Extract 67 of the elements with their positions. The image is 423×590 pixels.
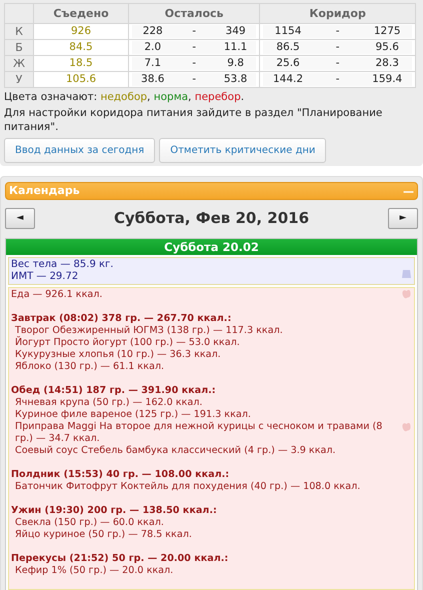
action-button[interactable]: Отметить критические дни <box>159 138 326 163</box>
meal-item: Ячневая крупа (50 гр.) — 162.0 ккал. <box>14 396 204 408</box>
table-cell-text: 9.8 <box>226 57 245 70</box>
legend-text: Цвета означают: недобор, норма, перебор. <box>4 90 246 104</box>
table-cell-text: 25.6 <box>275 57 301 70</box>
range-separator: - <box>334 73 341 86</box>
table-cell-text: 7.1 <box>143 57 162 70</box>
eaten-value: 18.5 <box>69 57 93 69</box>
meal-item: Кефир 1% (50 гр.) — 20.0 ккал. <box>14 564 174 576</box>
meal-title: Обед (14:51) 187 гр. — 391.90 ккал.: <box>11 384 217 396</box>
table-cell-text: 349 <box>224 25 247 38</box>
table-cell-text: 1154 <box>274 25 302 38</box>
table-cell-text: 95.6 <box>374 41 400 54</box>
meal-item: Соевый соус Стебель бамбука классический (4 гр.) — 3.9 ккал. <box>14 444 337 456</box>
panel-title: Календарь <box>9 182 80 199</box>
range-separator: - <box>191 57 198 70</box>
table-cell-text: 11.1 <box>222 41 248 54</box>
table-cell-text: 159.4 <box>371 73 404 86</box>
range-separator: - <box>191 25 198 38</box>
range-separator: - <box>191 41 198 54</box>
food-total: Еда — 926.1 ккал. <box>11 288 104 300</box>
range-separator: - <box>334 25 341 38</box>
meal-item: Приправа Maggi На второе для нежной курицы с чесноком и травами (8 гр.) — 34.7 ккал. <box>14 420 384 444</box>
apple-icon <box>402 422 411 432</box>
meal-item: Куриное филе вареное (125 гр.) — 191.3 ккал. <box>14 408 252 420</box>
meal-item: Батончик Фитофрут Коктейль для похудения (40 гр.) — 108.0 ккал. <box>14 480 362 492</box>
day-header: Суббота 20.02 <box>6 238 417 254</box>
prev-button[interactable]: ◄ <box>5 208 35 229</box>
table-cell-text: 38.6 <box>140 73 166 86</box>
range-separator: - <box>334 41 341 54</box>
table-cell-text: 228 <box>142 25 164 38</box>
action-button[interactable]: Ввод данных за сегодня <box>4 138 156 163</box>
meal-title: Полдник (15:53) 40 гр. — 108.00 ккал.: <box>11 468 230 480</box>
table-cell-text: 28.3 <box>374 57 400 70</box>
weight-text: ИМТ — 29.72 <box>11 270 80 282</box>
row-label: Ж <box>4 56 34 72</box>
eaten-value: 84.5 <box>69 41 93 53</box>
eaten-value: 926 <box>70 25 92 37</box>
weight-text: Вес тела — 85.9 кг. <box>11 258 114 270</box>
apple-icon <box>402 288 411 298</box>
eaten-value: 105.6 <box>66 73 96 85</box>
meal-item: Яйцо куриное (50 гр.) — 78.5 ккал. <box>14 528 193 540</box>
column-header: Коридор <box>260 4 416 24</box>
scale-icon <box>402 268 411 278</box>
table-cell-text: 53.8 <box>222 73 248 86</box>
meal-item: Яблоко (130 гр.) — 61.1 ккал. <box>14 360 166 372</box>
date-title: Суббота, Фев 20, 2016 <box>114 208 310 229</box>
column-header: Осталось <box>128 4 260 24</box>
table-cell-text: 2.0 <box>143 41 162 54</box>
meal-title: Завтрак (08:02) 378 гр. — 267.70 ккал.: <box>11 312 232 324</box>
meal-item: Творог Обезжиренный ЮГМЗ (138 гр.) — 117.3 ккал. <box>14 324 284 336</box>
row-label: У <box>4 72 34 88</box>
table-cell-text: 144.2 <box>272 73 304 86</box>
hint-text: Для настройки коридора питания зайдите в раздел "Планирование питания". <box>4 106 384 134</box>
table-cell-text: 1275 <box>372 25 402 38</box>
range-separator: - <box>334 57 341 70</box>
meal-title: Перекусы (21:52) 50 гр. — 20.00 ккал.: <box>11 552 230 564</box>
table-cell-text: 86.5 <box>275 41 301 54</box>
meal-item: Кукурузные хлопья (10 гр.) — 36.3 ккал. <box>14 348 222 360</box>
meal-item: Свекла (150 гр.) — 60.0 ккал. <box>14 516 165 528</box>
row-label: К <box>4 24 34 40</box>
column-header: Съедено <box>34 4 128 24</box>
row-label: Б <box>4 40 34 56</box>
meal-item: Йогурт Просто йогурт (100 гр.) — 53.0 ккал. <box>14 336 241 348</box>
range-separator: - <box>191 73 198 86</box>
next-button[interactable]: ► <box>388 208 418 229</box>
meal-title: Ужин (19:30) 200 гр. — 138.50 ккал.: <box>11 504 218 516</box>
